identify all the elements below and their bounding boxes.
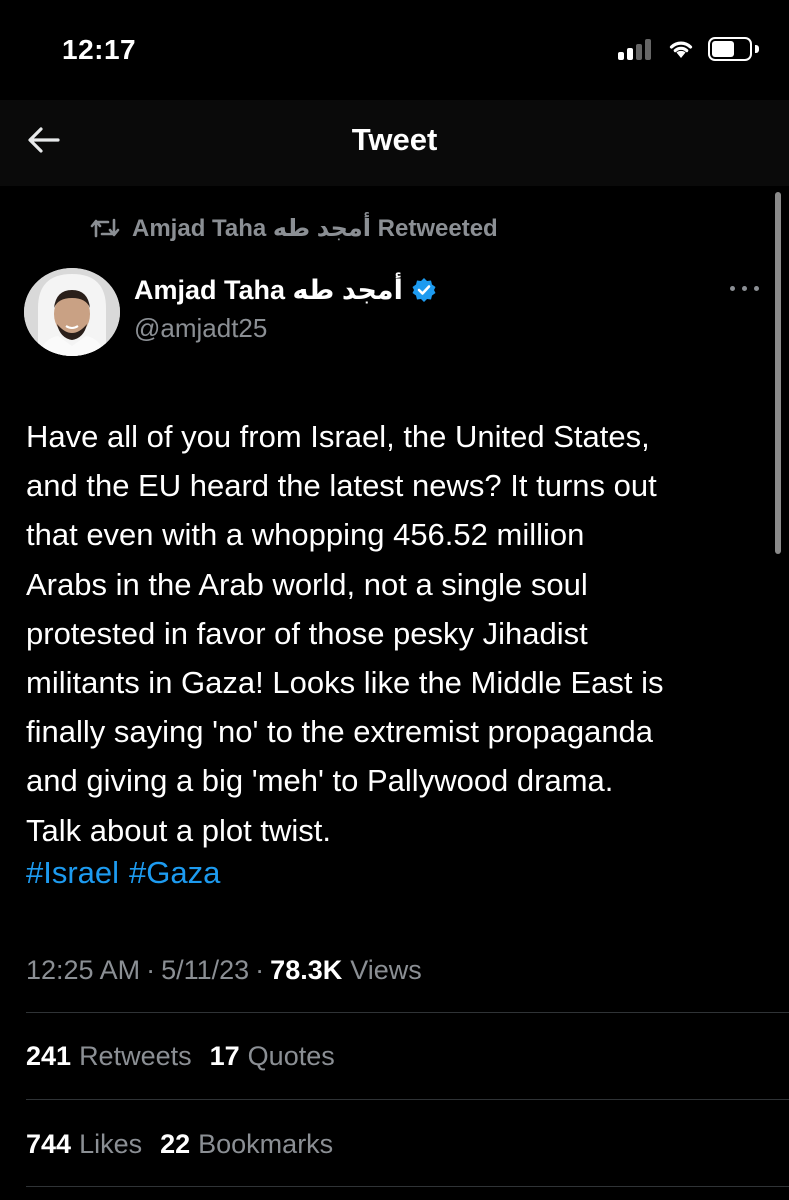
bookmarks-label: Bookmarks — [198, 1128, 334, 1159]
likes-label: Likes — [79, 1128, 143, 1159]
hashtags: #Israel #Gaza — [26, 851, 230, 895]
bookmarks-stat[interactable]: 22 Bookmarks — [160, 1129, 333, 1160]
avatar[interactable] — [24, 268, 120, 356]
author-name[interactable]: Amjad Taha أمجد طه — [134, 275, 403, 306]
tweet-text-line: and giving a big 'meh' to Pallywood dram… — [26, 763, 614, 799]
tweet-text-line: that even with a whopping 456.52 million — [26, 517, 585, 553]
meta-separator: · — [255, 954, 265, 985]
tweet-meta: 12:25 AM · 5/11/23 · 78.3K Views — [26, 950, 422, 990]
status-clock: 12:17 — [62, 34, 137, 65]
status-bar: 12:17 — [0, 0, 789, 100]
tweet-text-line: Have all of you from Israel, the United … — [26, 419, 650, 454]
views-label: Views — [350, 954, 422, 985]
tweet-text: Have all of you from Israel, the United … — [26, 412, 766, 855]
battery-icon — [708, 37, 760, 61]
more-options-icon[interactable] — [728, 278, 764, 298]
verified-badge-icon — [412, 278, 436, 302]
hashtag-link[interactable]: #Gaza — [129, 855, 220, 890]
author-handle[interactable]: @amjadt25 — [134, 313, 267, 344]
tweet-text-line: finally saying 'no' to the extremist pro… — [26, 714, 654, 750]
retweets-label: Retweets — [79, 1040, 192, 1071]
divider — [26, 1012, 789, 1013]
wifi-icon — [669, 41, 693, 58]
retweet-icon — [90, 218, 120, 238]
tweet-text-line: protested in favor of those pesky Jihadi… — [26, 615, 588, 651]
meta-separator: · — [146, 954, 156, 985]
page-title: Tweet — [351, 122, 438, 157]
engagement-stats-row-1: 241 Retweets 17 Quotes — [26, 1036, 353, 1076]
views-count: 78.3K — [270, 954, 343, 985]
tweet-text-line: militants in Gaza! Looks like the Middle… — [26, 665, 664, 701]
retweet-label: Amjad Taha أمجد طه Retweeted — [132, 214, 498, 242]
retweets-count: 241 — [26, 1040, 72, 1071]
tweet-text-line: Talk about a plot twist. — [26, 812, 331, 848]
tweet-date: 5/11/23 — [161, 954, 250, 985]
quotes-count: 17 — [209, 1040, 240, 1071]
bookmarks-count: 22 — [160, 1128, 191, 1159]
retweets-stat[interactable]: 241 Retweets — [26, 1041, 192, 1072]
quotes-label: Quotes — [247, 1040, 335, 1071]
scrollbar[interactable] — [775, 192, 781, 554]
divider — [26, 1099, 789, 1100]
tweet-time: 12:25 AM — [26, 954, 141, 985]
quotes-stat[interactable]: 17 Quotes — [210, 1041, 335, 1072]
likes-stat[interactable]: 744 Likes — [26, 1129, 142, 1160]
divider — [26, 1186, 789, 1187]
author-name-row[interactable]: Amjad Taha أمجد طه — [134, 272, 437, 308]
tweet-text-line: and the EU heard the latest news? It tur… — [26, 468, 657, 504]
engagement-stats-row-2: 744 Likes 22 Bookmarks — [26, 1124, 351, 1164]
retweet-context[interactable]: Amjad Taha أمجد طه Retweeted — [90, 212, 498, 244]
tweet-text-line: Arabs in the Arab world, not a single so… — [26, 566, 588, 602]
cellular-signal-icon — [618, 38, 658, 60]
hashtag-link[interactable]: #Israel — [26, 855, 119, 890]
likes-count: 744 — [26, 1128, 72, 1159]
top-bar: Tweet — [0, 100, 789, 186]
